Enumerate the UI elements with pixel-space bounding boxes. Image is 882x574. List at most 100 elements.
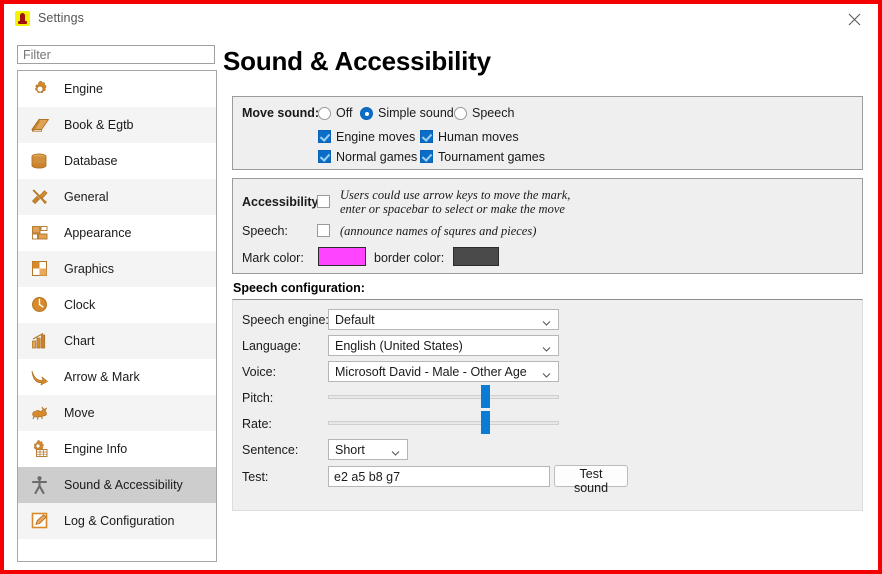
voice-value: Microsoft David - Male - Other Age <box>335 365 527 379</box>
accessibility-hint-line1: Users could use arrow keys to move the m… <box>340 188 571 202</box>
sidebar-item-log-configuration[interactable]: Log & Configuration <box>18 503 216 539</box>
page-title: Sound & Accessibility <box>223 46 491 76</box>
speech-configuration-heading: Speech configuration: <box>233 281 365 295</box>
voice-label: Voice: <box>242 365 277 379</box>
language-value: English (United States) <box>335 339 463 353</box>
test-label: Test: <box>242 470 269 484</box>
radio-off[interactable] <box>318 107 331 120</box>
pitch-slider[interactable] <box>328 385 559 408</box>
sidebar-item-label: Move <box>64 406 95 420</box>
layout-icon <box>29 222 51 244</box>
checkbox-normal-games-label: Normal games <box>336 150 418 164</box>
sidebar-item-graphics[interactable]: Graphics <box>18 251 216 287</box>
radio-speech-label: Speech <box>472 106 515 120</box>
chevron-down-icon <box>391 447 400 456</box>
speech-engine-value: Default <box>335 313 375 327</box>
checkbox-tournament-games-label: Tournament games <box>438 150 546 164</box>
sentence-value: Short <box>335 443 365 457</box>
window-title: Settings <box>38 11 84 25</box>
speech-engine-label: Speech engine: <box>242 313 329 327</box>
chess-pawn-icon <box>15 11 30 26</box>
radio-simple-sound-label: Simple sound <box>378 106 454 120</box>
sidebar-item-label: Clock <box>64 298 96 312</box>
checkbox-accessibility[interactable] <box>317 195 330 208</box>
voice-dropdown[interactable]: Microsoft David - Male - Other Age <box>328 361 559 382</box>
border-color-label: border color: <box>374 251 445 265</box>
sidebar-item-label: Log & Configuration <box>64 514 175 528</box>
accessibility-hint-line2: enter or spacebar to select or make the … <box>340 202 565 216</box>
speech-hint: (announce names of squres and pieces) <box>340 224 537 238</box>
sidebar-item-label: Graphics <box>64 262 115 276</box>
gear-icon <box>29 78 51 100</box>
sidebar-item-engine[interactable]: Engine <box>18 71 216 107</box>
sidebar-item-database[interactable]: Database <box>18 143 216 179</box>
sidebar-item-label: Appearance <box>64 226 132 240</box>
database-icon <box>29 150 51 172</box>
pitch-label: Pitch: <box>242 391 274 405</box>
mark-color-label: Mark color: <box>242 251 304 265</box>
checkbox-normal-games[interactable] <box>318 150 331 163</box>
sidebar-item-label: Book & Egtb <box>64 118 134 132</box>
sidebar-item-move[interactable]: Move <box>18 395 216 431</box>
settings-category-list[interactable]: Engine Book & Egtb Database General Appe… <box>17 70 217 562</box>
bar-chart-icon <box>29 330 51 352</box>
pitch-slider-track <box>328 395 559 399</box>
border-color-swatch[interactable] <box>453 247 499 266</box>
sidebar-item-arrow-mark[interactable]: Arrow & Mark <box>18 359 216 395</box>
rate-slider-track <box>328 421 559 425</box>
checkbox-engine-moves-label: Engine moves <box>336 130 416 144</box>
sidebar-item-book-egtb[interactable]: Book & Egtb <box>18 107 216 143</box>
checkbox-human-moves-label: Human moves <box>438 130 519 144</box>
sentence-label: Sentence: <box>242 443 299 457</box>
language-dropdown[interactable]: English (United States) <box>328 335 559 356</box>
rate-slider[interactable] <box>328 411 559 434</box>
rate-label: Rate: <box>242 417 272 431</box>
checkbox-human-moves[interactable] <box>420 130 433 143</box>
radio-simple-sound[interactable] <box>360 107 373 120</box>
chevron-down-icon <box>542 369 551 378</box>
sidebar-item-label: Chart <box>64 334 95 348</box>
checkbox-speech[interactable] <box>317 224 330 237</box>
settings-window: Settings Engine <box>0 0 882 574</box>
test-input[interactable] <box>328 466 550 487</box>
radio-speech[interactable] <box>454 107 467 120</box>
checker-icon <box>29 258 51 280</box>
mark-color-swatch[interactable] <box>318 247 366 266</box>
sidebar-item-label: General <box>64 190 109 204</box>
book-icon <box>29 114 51 136</box>
arrow-icon <box>29 366 51 388</box>
sidebar-item-label: Database <box>64 154 118 168</box>
filter-input[interactable] <box>17 45 215 64</box>
sidebar-item-label: Sound & Accessibility <box>64 478 183 492</box>
sidebar-item-general[interactable]: General <box>18 179 216 215</box>
sidebar-item-appearance[interactable]: Appearance <box>18 215 216 251</box>
gear-grid-icon <box>29 438 51 460</box>
clock-icon <box>29 294 51 316</box>
language-label: Language: <box>242 339 302 353</box>
close-icon[interactable] <box>832 4 878 32</box>
sidebar-item-label: Arrow & Mark <box>64 370 140 384</box>
test-sound-button[interactable]: Test sound <box>554 465 628 495</box>
chevron-down-icon <box>542 317 551 326</box>
sidebar-item-label: Engine Info <box>64 442 128 456</box>
radio-off-label: Off <box>336 106 353 120</box>
edit-note-icon <box>29 510 51 532</box>
pitch-slider-thumb[interactable] <box>480 385 490 408</box>
rabbit-icon <box>29 402 51 424</box>
accessibility-label: Accessibility: <box>242 195 323 209</box>
rate-slider-thumb[interactable] <box>480 411 490 434</box>
tools-icon <box>29 186 51 208</box>
sidebar-item-clock[interactable]: Clock <box>18 287 216 323</box>
move-sound-label: Move sound: <box>242 106 320 120</box>
accessibility-icon <box>29 474 51 496</box>
speech-engine-dropdown[interactable]: Default <box>328 309 559 330</box>
sidebar-item-label: Engine <box>64 82 103 96</box>
sidebar-item-chart[interactable]: Chart <box>18 323 216 359</box>
sentence-dropdown[interactable]: Short <box>328 439 408 460</box>
checkbox-tournament-games[interactable] <box>420 150 433 163</box>
checkbox-engine-moves[interactable] <box>318 130 331 143</box>
speech-toggle-label: Speech: <box>242 224 288 238</box>
sidebar-item-sound-accessibility[interactable]: Sound & Accessibility <box>18 467 216 503</box>
sidebar-item-engine-info[interactable]: Engine Info <box>18 431 216 467</box>
chevron-down-icon <box>542 343 551 352</box>
